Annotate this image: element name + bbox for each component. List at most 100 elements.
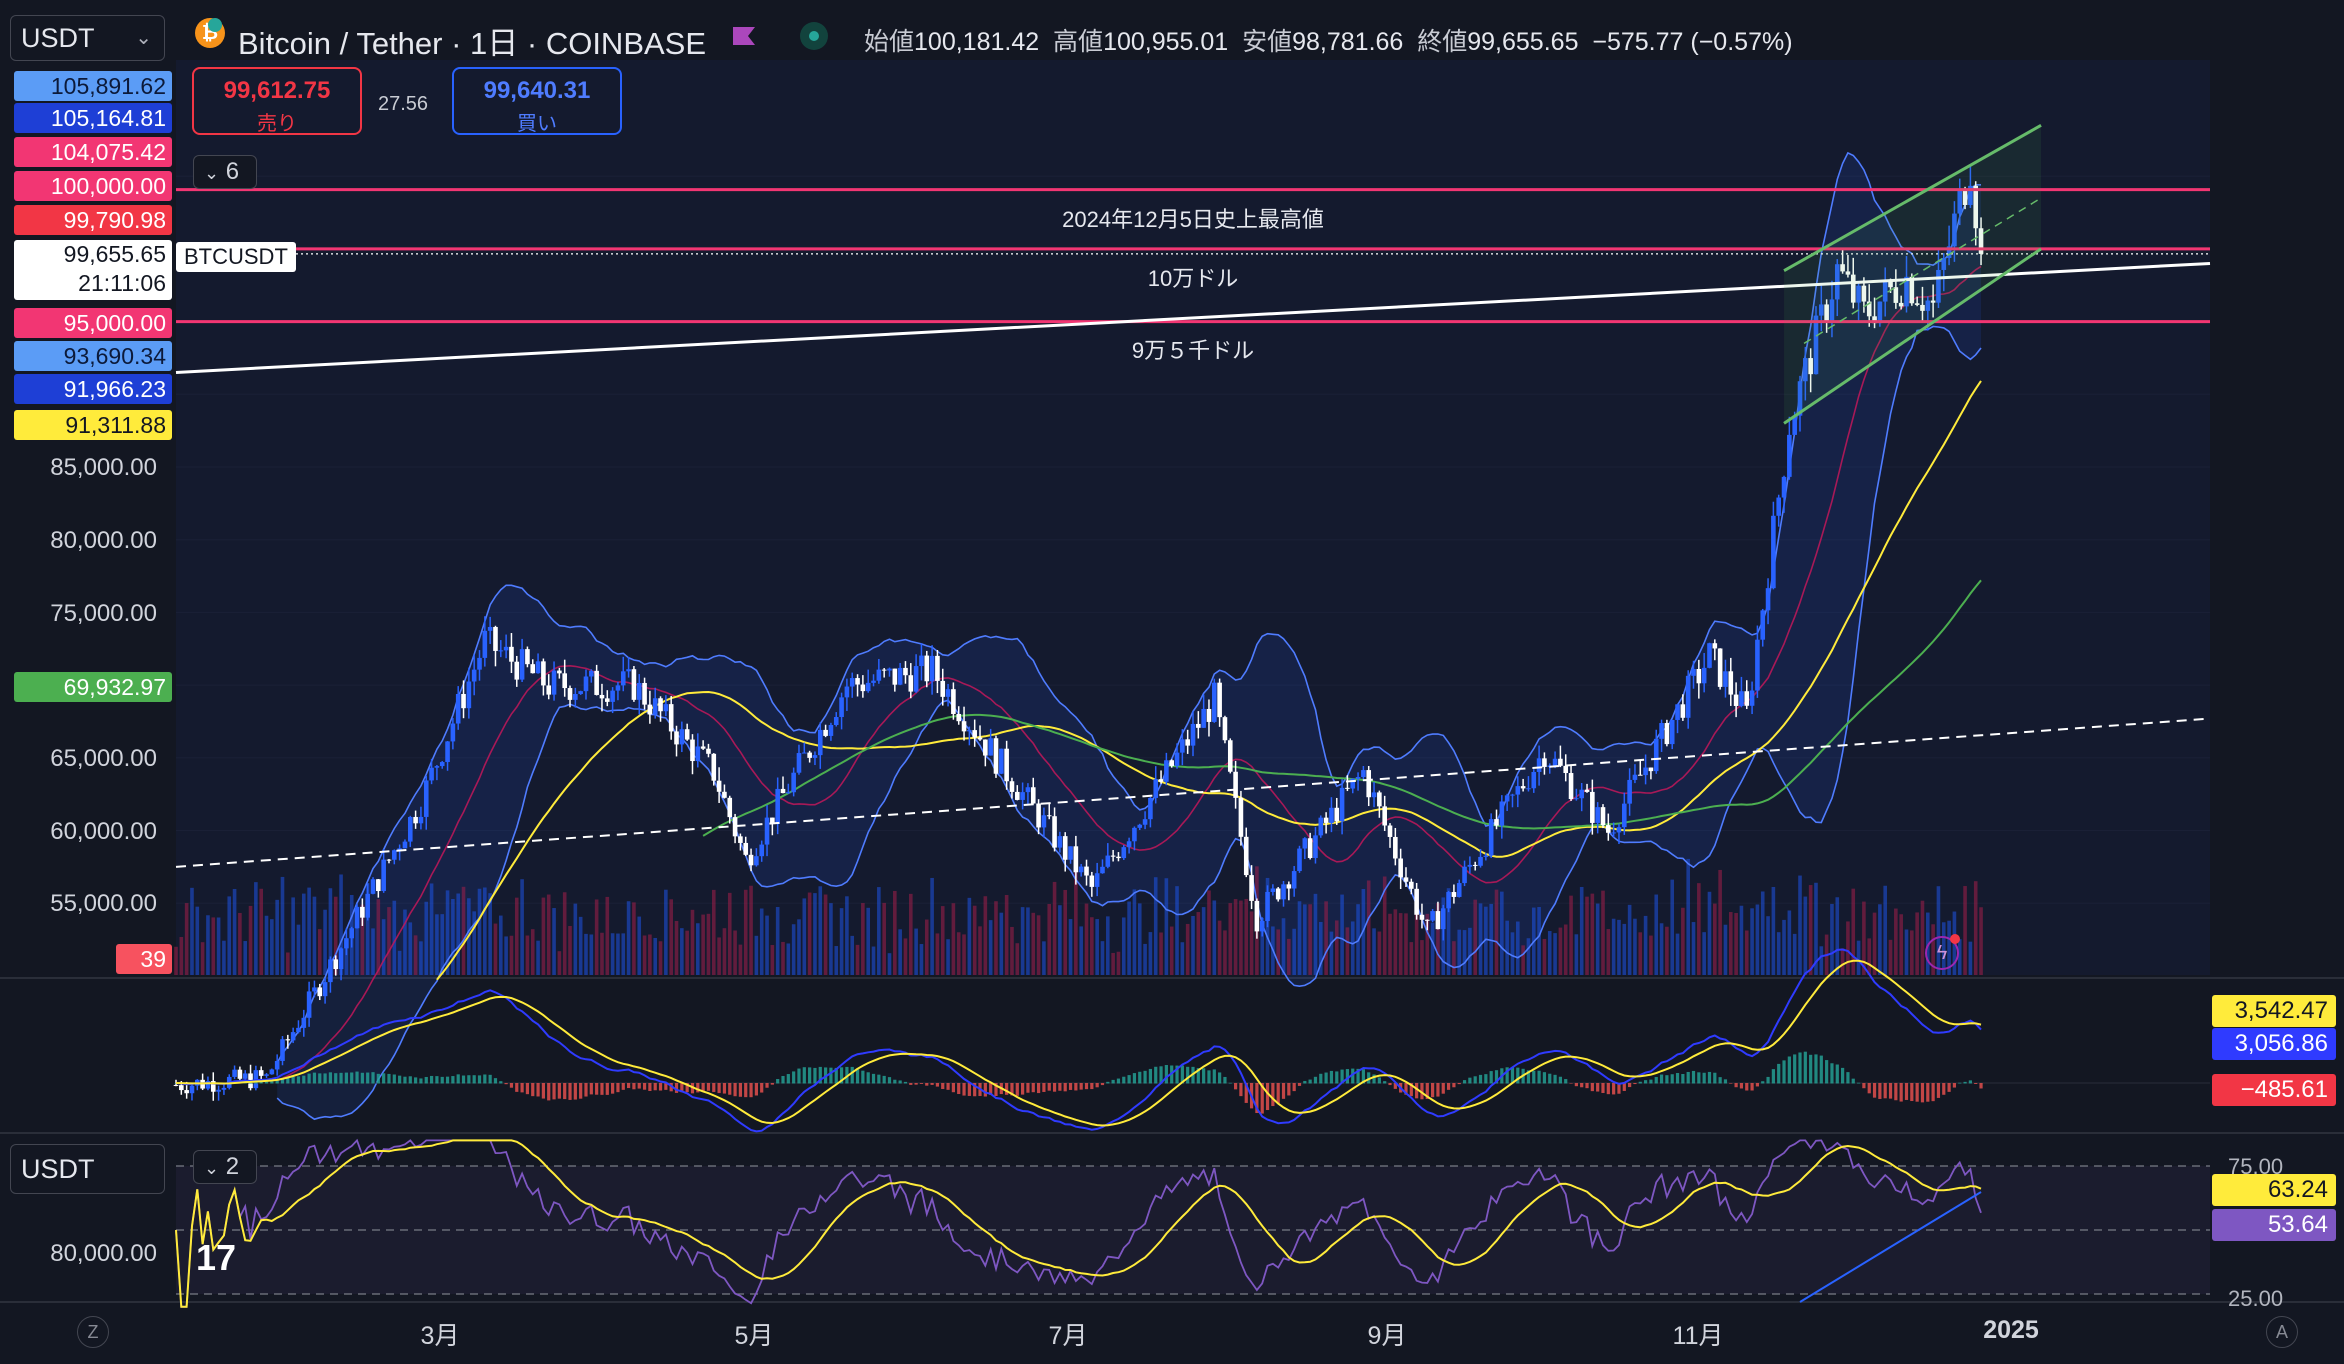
candle-body [1275, 888, 1281, 900]
candle-body [1440, 908, 1446, 930]
macd-histogram-bar [1739, 1083, 1744, 1089]
flag-icon[interactable] [731, 25, 757, 47]
volume-bar [291, 897, 295, 975]
macd-histogram-bar [1793, 1054, 1797, 1084]
macd-histogram-bar [483, 1074, 487, 1084]
macd-histogram-bar [1963, 1081, 1967, 1084]
macd-histogram-bar [1047, 1083, 1051, 1091]
macd-histogram-bar [1798, 1052, 1802, 1084]
macd-histogram-bar [1558, 1076, 1562, 1084]
volume-bar [1569, 895, 1573, 975]
price-tag: 93,690.34 [14, 341, 172, 371]
candle-body [945, 689, 951, 697]
candle-body [1211, 682, 1217, 722]
macd-histogram-bar [637, 1083, 641, 1089]
macd-histogram-bar [1926, 1083, 1930, 1102]
volume-bar [461, 886, 466, 975]
candle-body [1430, 911, 1435, 921]
candle-body [173, 1084, 179, 1086]
candle-body [1233, 771, 1238, 798]
volume-bar [696, 923, 700, 975]
candle-body [498, 650, 504, 652]
macd-histogram-bar [1202, 1068, 1206, 1084]
x-tick: 3月 [420, 1322, 460, 1350]
candle-body [338, 948, 344, 970]
volume-bar [1180, 942, 1185, 975]
ohlc-readout: 始値100,181.42 高値100,955.01 安値98,781.66 終値… [864, 28, 1793, 56]
buy-label: 買い [517, 113, 557, 135]
candle-body [1078, 866, 1084, 873]
volume-bar [1478, 903, 1483, 975]
macd-histogram-bar [1814, 1054, 1818, 1084]
volume-bar [1654, 894, 1659, 975]
macd-histogram-bar [1574, 1083, 1578, 1087]
candle-body [652, 698, 658, 715]
volume-bar [451, 898, 455, 975]
candle-body [1685, 675, 1691, 718]
candle-body [706, 748, 711, 754]
candle-body [642, 682, 647, 705]
candle-body [615, 685, 621, 691]
sell-button[interactable]: 99,612.75 売り [192, 67, 362, 135]
macd-histogram-bar [1489, 1071, 1493, 1084]
macd-histogram-bar [1021, 1083, 1025, 1095]
volume-bar [887, 953, 892, 975]
volume-bar [413, 935, 418, 975]
indicators-toggle[interactable]: ⌄ 6 [193, 155, 257, 189]
candle-body [1733, 694, 1739, 706]
rsi-symbol-select[interactable]: USDT [10, 1144, 165, 1194]
candle-body [1068, 846, 1073, 860]
spread-value: 27.56 [378, 93, 429, 115]
volume-bar [919, 944, 924, 975]
price-tag: 69,932.97 [14, 672, 172, 702]
indicators-count: 6 [225, 158, 240, 185]
candle-body [1552, 758, 1558, 766]
volume-bar [1681, 907, 1685, 975]
macd-histogram-bar [1846, 1072, 1850, 1084]
macd-histogram-bar [696, 1083, 700, 1093]
volume-bar [509, 935, 514, 975]
macd-histogram-bar [1915, 1083, 1919, 1102]
candle-body [1393, 836, 1398, 859]
macd-histogram-bar [1532, 1070, 1536, 1084]
volume-bar [1430, 922, 1435, 975]
volume-bar [626, 901, 631, 975]
price-tag: 105,891.62 [14, 71, 172, 101]
candle-body [274, 1060, 280, 1070]
rsi-indicators-toggle[interactable]: ⌄ 2 [193, 1150, 257, 1184]
volume-bar [1675, 933, 1680, 975]
volume-bar [781, 941, 785, 975]
candle-body [376, 879, 381, 892]
volume-bar [823, 894, 828, 975]
candle-body [1227, 740, 1233, 772]
auto-scale-icon[interactable]: A [2266, 1316, 2298, 1348]
volume-bar [1643, 915, 1648, 975]
macd-histogram-bar [946, 1083, 950, 1090]
volume-bar [1164, 878, 1169, 975]
candle-body [535, 661, 541, 674]
candle-body [1030, 787, 1036, 804]
macd-histogram-bar [525, 1083, 530, 1095]
volume-bar [1547, 931, 1552, 975]
volume-bar [924, 919, 929, 975]
macd-histogram-bar [877, 1074, 881, 1084]
symbol-select[interactable]: USDT ⌄ [10, 15, 165, 61]
buy-button[interactable]: 99,640.31 買い [452, 67, 622, 135]
candle-body [285, 1039, 291, 1041]
candle-body [1089, 875, 1095, 887]
candle-body [1297, 848, 1302, 872]
macd-histogram-bar [291, 1076, 295, 1084]
candle-body [418, 816, 424, 824]
macd-histogram-bar [616, 1083, 620, 1093]
volume-bar [690, 909, 695, 975]
zoom-toggle-icon[interactable]: Z [77, 1316, 109, 1348]
macd-histogram-bar [1830, 1063, 1834, 1084]
candle-body [690, 739, 695, 762]
volume-bar [174, 946, 178, 975]
macd-histogram-bar [1835, 1064, 1839, 1084]
volume-bar [1840, 948, 1845, 975]
volume-bar [1915, 912, 1919, 975]
macd-histogram-bar [1883, 1083, 1887, 1099]
macd-histogram-bar [1841, 1067, 1845, 1084]
macd-histogram-bar [589, 1083, 593, 1095]
